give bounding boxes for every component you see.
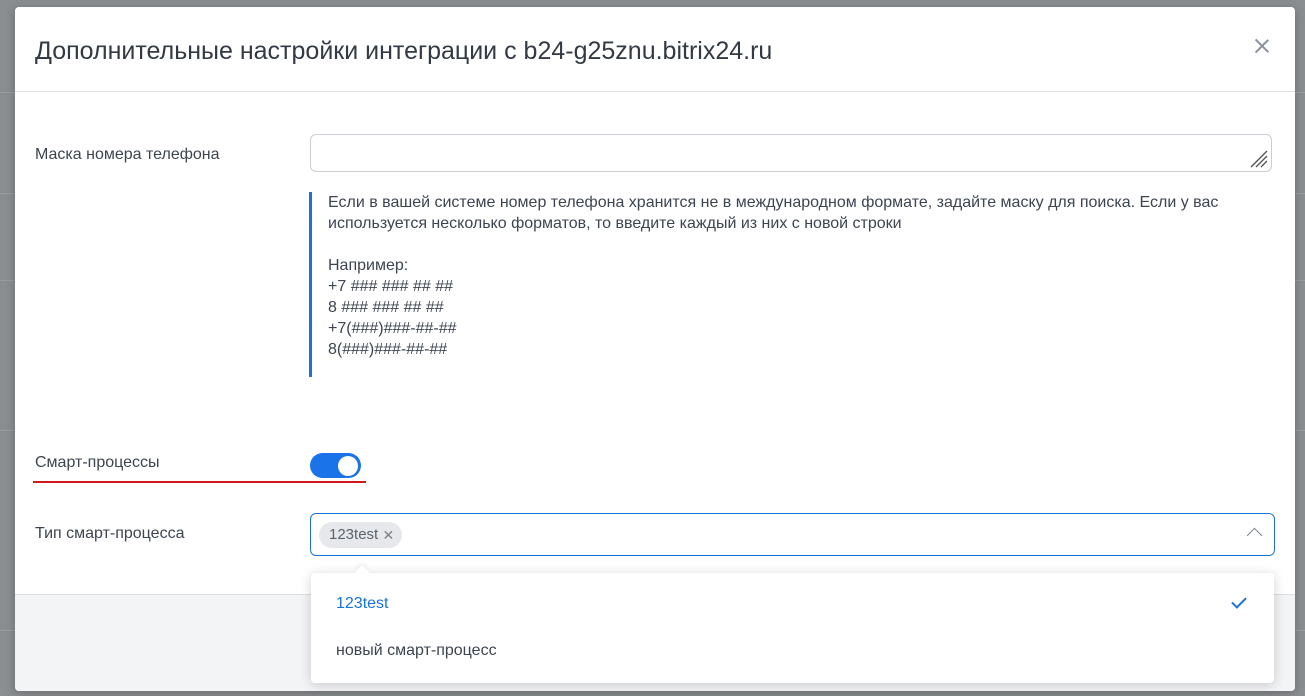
dropdown-option-new-smart-process[interactable]: новый смарт-процесс: [336, 642, 497, 660]
phone-mask-hint: Если в вашей системе номер телефона хран…: [309, 192, 1269, 377]
hint-text: Если в вашей системе номер телефона хран…: [328, 194, 1219, 232]
modal-header: Дополнительные настройки интеграции с b2…: [15, 7, 1295, 92]
smart-processes-toggle[interactable]: [310, 453, 361, 478]
chip-remove-icon[interactable]: ✕: [382, 522, 394, 548]
phone-mask-label: Маска номера телефона: [35, 146, 220, 163]
highlight-underline: [33, 481, 366, 483]
close-icon[interactable]: [1253, 37, 1271, 55]
smart-process-type-label: Тип смарт-процесса: [35, 525, 185, 542]
hint-example-title: Например:: [328, 257, 409, 274]
resize-handle-icon[interactable]: [1247, 147, 1269, 169]
modal-title: Дополнительные настройки интеграции с b2…: [35, 37, 773, 65]
hint-example: +7(###)###-##-##: [328, 320, 457, 337]
chip-label: 123test: [329, 526, 379, 543]
toggle-knob: [338, 455, 358, 476]
dropdown-option-123test[interactable]: 123test: [336, 595, 388, 613]
hint-example: 8 ### ### ## ##: [328, 299, 444, 316]
smart-process-type-dropdown: 123test новый смарт-процесс: [311, 573, 1274, 683]
phone-mask-textarea[interactable]: [310, 134, 1272, 172]
smart-process-type-select[interactable]: 123test ✕: [310, 513, 1275, 556]
check-icon: [1231, 593, 1247, 609]
selected-chip: 123test ✕: [319, 522, 403, 548]
chevron-up-icon[interactable]: [1246, 527, 1263, 544]
hint-example: 8(###)###-##-##: [328, 341, 448, 358]
hint-example: +7 ### ### ## ##: [328, 278, 454, 295]
smart-processes-label: Смарт-процессы: [35, 454, 160, 471]
